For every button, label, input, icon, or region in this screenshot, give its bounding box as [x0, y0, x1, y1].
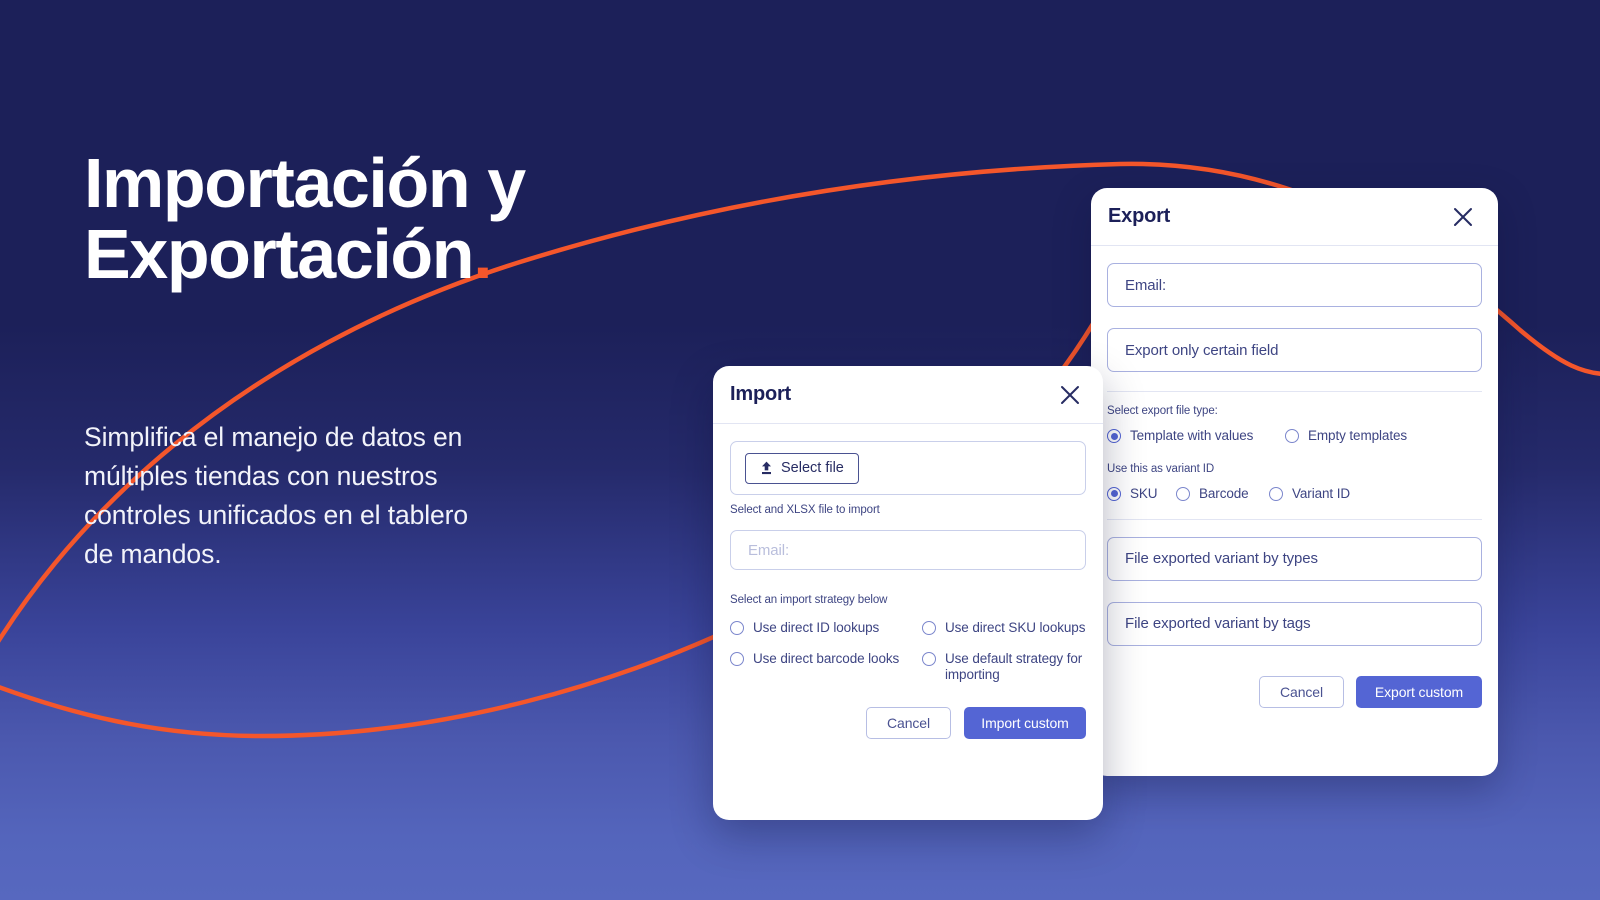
hero-heading-wrap: Importación y Exportación.	[84, 147, 704, 294]
radio-use-direct-barcode-looks[interactable]: Use direct barcode looks	[730, 651, 922, 683]
export-dialog-body: Email: Export only certain field Select …	[1091, 246, 1498, 708]
close-icon[interactable]	[1450, 204, 1476, 230]
title-accent-dot: .	[473, 215, 492, 294]
export-variant-by-tags-field[interactable]: File exported variant by tags	[1107, 601, 1482, 646]
import-dialog-header: Import	[713, 366, 1103, 424]
export-options-section: Select export file type: Template with v…	[1107, 391, 1482, 502]
radio-use-direct-id-lookups[interactable]: Use direct ID lookups	[730, 620, 922, 636]
export-filetype-label: Select export file type:	[1107, 405, 1218, 417]
export-variant-by-tags-value: File exported variant by tags	[1125, 615, 1311, 633]
radio-mark-icon	[1269, 486, 1283, 501]
export-variant-by-types-field[interactable]: File exported variant by types	[1107, 536, 1482, 581]
export-certain-field-input[interactable]: Export only certain field	[1107, 328, 1482, 372]
import-strategy-radio-group: Use direct ID lookups Use direct SKU loo…	[730, 620, 1086, 683]
import-dialog-body: Select file Select and XLSX file to impo…	[713, 424, 1103, 739]
export-variant-radio-group: SKU Barcode Variant ID	[1107, 486, 1482, 502]
hero-stage: Importación y Exportación. Simplifica el…	[0, 0, 1600, 900]
radio-label: Use direct ID lookups	[753, 620, 880, 635]
import-cancel-button[interactable]: Cancel	[866, 706, 951, 739]
page-title: Importación y Exportación.	[84, 147, 704, 294]
radio-mark-icon	[922, 621, 936, 635]
import-email-field[interactable]: Email:	[730, 530, 1086, 570]
import-strategy-label: Select an import strategy below	[730, 594, 888, 606]
export-variant-id-label: Use this as variant ID	[1107, 462, 1215, 475]
export-email-field[interactable]: Email:	[1107, 263, 1482, 307]
select-file-label: Select file	[781, 460, 844, 476]
radio-variant-id[interactable]: Variant ID	[1269, 486, 1350, 502]
import-file-dropzone[interactable]: Select file	[730, 441, 1086, 495]
radio-mark-icon	[1107, 429, 1121, 443]
import-email-placeholder: Email:	[748, 541, 790, 559]
import-dialog-actions: Cancel Import custom	[730, 706, 1086, 739]
select-file-button[interactable]: Select file	[745, 452, 859, 484]
radio-mark-icon	[730, 651, 744, 666]
export-section-divider	[1107, 518, 1482, 520]
radio-mark-icon	[1176, 486, 1190, 501]
radio-barcode[interactable]: Barcode	[1176, 486, 1269, 502]
radio-label: Barcode	[1199, 485, 1249, 501]
radio-use-direct-sku-lookups[interactable]: Use direct SKU lookups	[922, 620, 1086, 636]
radio-label: Variant ID	[1292, 485, 1351, 501]
radio-empty-templates[interactable]: Empty templates	[1285, 428, 1407, 444]
hero-subtitle: Simplifica el manejo de datos en múltipl…	[84, 422, 469, 569]
page-title-text: Importación y Exportación	[84, 144, 526, 294]
radio-label: Use direct SKU lookups	[945, 620, 1086, 635]
radio-mark-icon	[922, 651, 936, 666]
export-dialog: Export Email: Export only certain field …	[1091, 188, 1498, 776]
export-cancel-button[interactable]: Cancel	[1259, 675, 1344, 708]
import-file-helper-text: Select and XLSX file to import	[730, 504, 880, 516]
export-email-value: Email:	[1125, 276, 1167, 294]
radio-label: Use default strategy for importing	[945, 650, 1083, 682]
close-icon[interactable]	[1057, 382, 1083, 408]
import-dialog-title: Import	[730, 383, 792, 405]
radio-mark-icon	[1285, 429, 1299, 443]
radio-label: Empty templates	[1308, 428, 1408, 443]
export-filetype-radio-group: Template with values Empty templates	[1107, 428, 1482, 444]
export-certain-field-value: Export only certain field	[1125, 341, 1279, 359]
import-dialog: Import Select file Select and XLSX file …	[713, 366, 1103, 820]
radio-label: Use direct barcode looks	[753, 650, 900, 666]
export-custom-button[interactable]: Export custom	[1356, 675, 1482, 708]
import-custom-button[interactable]: Import custom	[964, 706, 1086, 739]
export-variant-by-types-value: File exported variant by types	[1125, 550, 1318, 568]
radio-label: Template with values	[1130, 428, 1254, 443]
radio-label: SKU	[1130, 485, 1158, 501]
upload-icon	[762, 461, 771, 475]
radio-sku[interactable]: SKU	[1107, 486, 1176, 502]
export-dialog-actions: Cancel Export custom	[1107, 675, 1482, 708]
radio-use-default-strategy[interactable]: Use default strategy for importing	[922, 651, 1086, 683]
export-dialog-header: Export	[1091, 188, 1498, 246]
radio-mark-icon	[730, 621, 744, 635]
export-dialog-title: Export	[1108, 205, 1171, 227]
radio-mark-icon	[1107, 486, 1121, 501]
radio-template-with-values[interactable]: Template with values	[1107, 428, 1285, 444]
